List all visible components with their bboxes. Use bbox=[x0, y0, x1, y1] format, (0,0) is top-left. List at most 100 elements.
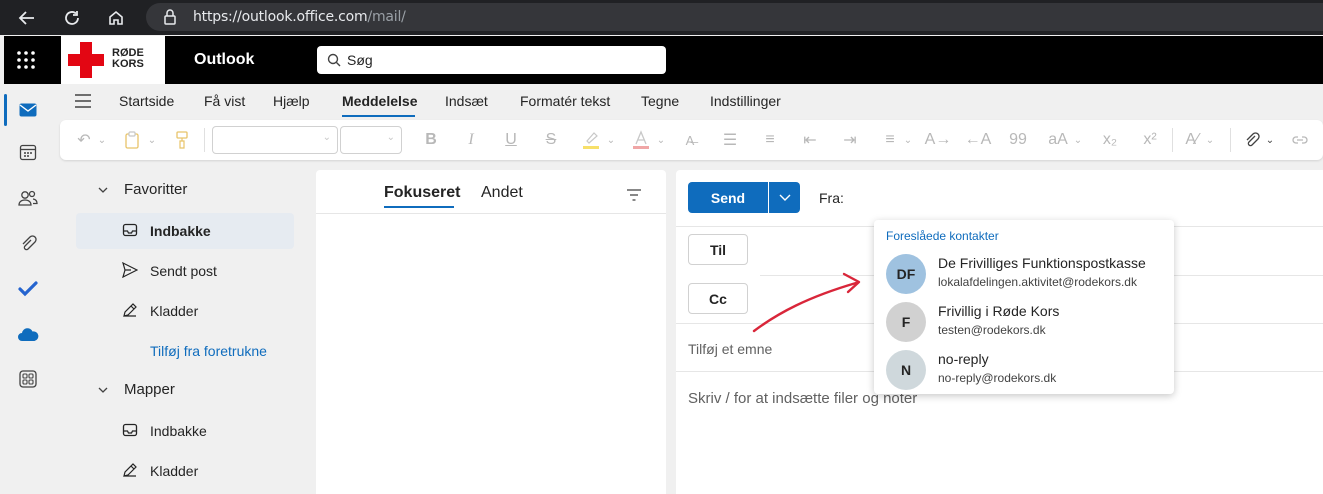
tab-other[interactable]: Andet bbox=[481, 184, 523, 202]
send-button[interactable]: Send bbox=[688, 182, 768, 213]
to-button[interactable]: Til bbox=[688, 234, 748, 265]
bold-icon[interactable]: B bbox=[421, 130, 441, 150]
decrease-indent-icon[interactable]: ⇤ bbox=[800, 130, 820, 150]
italic-icon[interactable]: I bbox=[461, 130, 481, 150]
attachment-icon[interactable] bbox=[4, 223, 52, 263]
contact-name: Frivillig i Røde Kors bbox=[938, 303, 1060, 319]
folder-inbox-label: Indbakke bbox=[150, 423, 207, 439]
subject-input[interactable]: Tilføj et emne bbox=[688, 341, 772, 357]
tab-meddelelse[interactable]: Meddelelse bbox=[342, 93, 417, 109]
tab-indsaet[interactable]: Indsæt bbox=[445, 93, 488, 109]
paste-dropdown-icon[interactable]: ⌄ bbox=[142, 130, 162, 150]
change-case-dropdown-icon[interactable]: ⌄ bbox=[1068, 130, 1088, 150]
link-icon[interactable] bbox=[1290, 130, 1310, 150]
people-icon[interactable] bbox=[4, 178, 52, 218]
toolbar-separator bbox=[204, 128, 205, 152]
onedrive-icon[interactable] bbox=[4, 315, 52, 355]
styles-dropdown-icon[interactable]: ⌄ bbox=[1200, 130, 1220, 150]
from-label[interactable]: Fra: bbox=[819, 190, 844, 206]
quote-icon[interactable]: 99 bbox=[1008, 130, 1028, 150]
tab-formater-tekst[interactable]: Formatér tekst bbox=[520, 93, 610, 109]
list-divider bbox=[316, 213, 666, 214]
paste-icon[interactable] bbox=[122, 130, 142, 150]
toolbar-separator bbox=[1230, 128, 1231, 152]
tab-focused[interactable]: Fokuseret bbox=[384, 184, 460, 202]
superscript-icon[interactable]: x² bbox=[1140, 130, 1160, 150]
highlight-dropdown-icon[interactable]: ⌄ bbox=[601, 130, 621, 150]
folder-pane: Favoritter Indbakke Sendt post Kladder T… bbox=[52, 169, 314, 494]
strikethrough-icon[interactable]: S bbox=[541, 130, 561, 150]
paperclip-icon[interactable] bbox=[1242, 130, 1262, 150]
red-cross-icon bbox=[68, 42, 104, 78]
more-apps-icon[interactable] bbox=[4, 359, 52, 399]
ltr-icon[interactable]: A→ bbox=[925, 130, 952, 150]
tab-indstillinger[interactable]: Indstillinger bbox=[710, 93, 781, 109]
hamburger-icon[interactable] bbox=[74, 94, 92, 111]
avatar: DF bbox=[886, 254, 926, 294]
chevron-down-icon bbox=[779, 194, 790, 201]
reload-icon[interactable] bbox=[61, 7, 83, 29]
app-name[interactable]: Outlook bbox=[194, 51, 254, 69]
contact-suggestion[interactable]: DF De Frivilliges Funktionspostkasse lok… bbox=[874, 250, 1174, 298]
contact-email: no-reply@rodekors.dk bbox=[938, 371, 1057, 385]
font-color-dropdown-icon[interactable]: ⌄ bbox=[651, 130, 671, 150]
tab-startside[interactable]: Startside bbox=[119, 93, 174, 109]
clear-format-icon[interactable]: A̶ bbox=[680, 130, 700, 150]
app-launcher-icon[interactable] bbox=[16, 50, 36, 70]
font-family-dropdown[interactable]: ⌄ bbox=[212, 126, 338, 154]
folders-header[interactable]: Mapper bbox=[124, 381, 175, 398]
tab-faa-vist[interactable]: Få vist bbox=[204, 93, 245, 109]
active-tab-indicator bbox=[342, 115, 415, 117]
annotation-arrow bbox=[752, 272, 861, 333]
align-icon[interactable]: ≡ bbox=[880, 130, 900, 150]
styles-icon[interactable]: A⁄ bbox=[1182, 130, 1202, 150]
underline-icon[interactable]: U bbox=[501, 130, 521, 150]
lock-icon[interactable] bbox=[163, 9, 177, 28]
brand-logo[interactable]: RØDE KORS bbox=[61, 36, 165, 84]
favorite-inbox-label: Indbakke bbox=[150, 223, 211, 239]
chevron-down-icon[interactable] bbox=[96, 183, 110, 197]
tab-hjaelp[interactable]: Hjælp bbox=[273, 93, 310, 109]
contact-email: testen@rodekors.dk bbox=[938, 323, 1046, 337]
contact-name: no-reply bbox=[938, 351, 989, 367]
todo-icon[interactable] bbox=[4, 269, 52, 309]
address-bar[interactable]: https://outlook.office.com/mail/ bbox=[146, 3, 1323, 31]
suggested-contacts-dropdown: Foreslåede kontakter DF De Frivilliges F… bbox=[874, 220, 1174, 394]
ribbon-tabs: Startside Få vist Hjælp Meddelelse Indsæ… bbox=[52, 84, 1323, 118]
change-case-icon[interactable]: aA bbox=[1048, 130, 1068, 150]
contact-name: De Frivilliges Funktionspostkasse bbox=[938, 255, 1146, 271]
bullets-icon[interactable]: ☰ bbox=[720, 130, 740, 150]
toolbar-separator bbox=[1172, 128, 1173, 152]
font-size-dropdown[interactable]: ⌄ bbox=[340, 126, 402, 154]
subscript-icon[interactable]: x₂ bbox=[1100, 130, 1120, 150]
home-icon[interactable] bbox=[105, 7, 127, 29]
contact-suggestion[interactable]: N no-reply no-reply@rodekors.dk bbox=[874, 346, 1174, 394]
app-rail bbox=[4, 84, 52, 494]
attach-dropdown-icon[interactable]: ⌄ bbox=[1260, 130, 1280, 150]
undo-dropdown-icon[interactable]: ⌄ bbox=[92, 130, 112, 150]
undo-icon[interactable]: ↶ bbox=[74, 130, 94, 150]
numbering-icon[interactable]: ≡ bbox=[760, 130, 780, 150]
filter-icon[interactable] bbox=[626, 188, 642, 204]
favorites-header[interactable]: Favoritter bbox=[124, 181, 187, 198]
align-dropdown-icon[interactable]: ⌄ bbox=[898, 130, 918, 150]
rtl-icon[interactable]: ←A bbox=[965, 130, 992, 150]
back-icon[interactable] bbox=[16, 7, 38, 29]
cc-button[interactable]: Cc bbox=[688, 283, 748, 314]
chevron-down-icon[interactable] bbox=[96, 383, 110, 397]
avatar: N bbox=[886, 350, 926, 390]
mail-icon[interactable] bbox=[4, 90, 52, 130]
calendar-icon[interactable] bbox=[4, 132, 52, 172]
formatting-toolbar: ↶ ⌄ ⌄ ⌄ ⌄ B I U S ⌄ ⌄ A̶ ☰ ≡ ⇤ ⇥ ≡ ⌄ A→ … bbox=[60, 120, 1323, 160]
logo-text: RØDE KORS bbox=[112, 47, 144, 70]
font-color-icon[interactable] bbox=[631, 130, 651, 150]
contact-suggestion[interactable]: F Frivillig i Røde Kors testen@rodekors.… bbox=[874, 298, 1174, 346]
increase-indent-icon[interactable]: ⇥ bbox=[840, 130, 860, 150]
format-painter-icon[interactable] bbox=[172, 130, 192, 150]
search-input[interactable]: Søg bbox=[317, 46, 666, 74]
add-favorite-link[interactable]: Tilføj fra foretrukne bbox=[150, 343, 267, 359]
tab-tegne[interactable]: Tegne bbox=[641, 93, 679, 109]
send-options-button[interactable] bbox=[769, 182, 800, 213]
highlight-icon[interactable] bbox=[581, 130, 601, 150]
url-text: https://outlook.office.com/mail/ bbox=[193, 9, 406, 25]
